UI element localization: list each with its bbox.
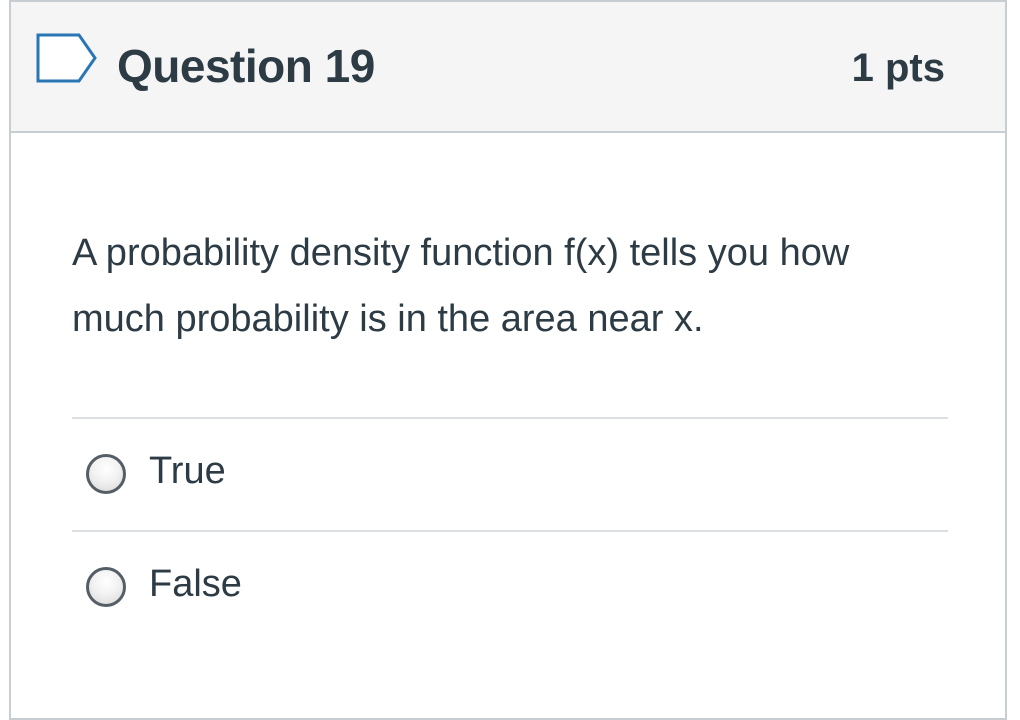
radio-button-false[interactable] (86, 567, 126, 607)
question-card: Question 19 1 pts A probability density … (9, 0, 1007, 720)
answer-label[interactable]: True (149, 445, 226, 497)
radio-button-true[interactable] (86, 454, 126, 494)
question-header: Question 19 1 pts (11, 2, 1005, 133)
question-text: A probability density function f(x) tell… (72, 232, 850, 340)
answer-option-true[interactable]: True (72, 417, 948, 530)
question-points: 1 pts (851, 46, 945, 90)
flag-question-icon[interactable] (35, 32, 99, 84)
question-title: Question 19 (117, 40, 375, 92)
answer-label[interactable]: False (149, 558, 242, 610)
answer-option-false[interactable]: False (72, 530, 948, 643)
answer-list: True False (72, 417, 948, 643)
